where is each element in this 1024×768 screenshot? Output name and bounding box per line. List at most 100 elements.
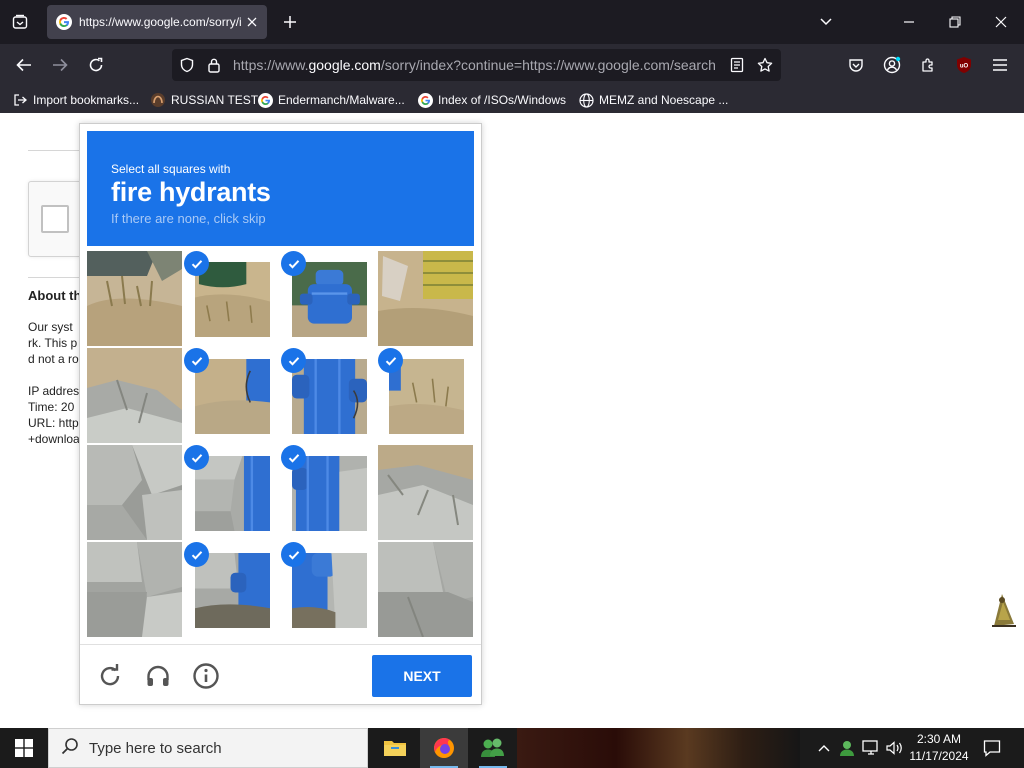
browser-tab[interactable]: https://www.google.com/sorry/index?conti… bbox=[47, 5, 267, 39]
url-line: URL: http bbox=[28, 416, 79, 430]
bookmark-star-icon[interactable] bbox=[755, 55, 775, 75]
back-arrow-icon[interactable] bbox=[10, 51, 38, 79]
navigation-toolbar: https://www.google.com/sorry/index?conti… bbox=[0, 44, 1024, 86]
captcha-challenge-dialog: Select all squares with fire hydrants If… bbox=[79, 123, 482, 705]
captcha-tile[interactable] bbox=[281, 348, 376, 443]
about-heading: About th bbox=[28, 288, 82, 303]
url-continuation-line: +downloa bbox=[28, 432, 80, 446]
next-button[interactable]: NEXT bbox=[372, 655, 472, 697]
tile-image bbox=[195, 456, 270, 531]
firefox-icon[interactable] bbox=[420, 728, 468, 768]
users-app-icon[interactable] bbox=[469, 728, 517, 768]
bookmark-endermanch[interactable]: Endermanch/Malware... bbox=[257, 90, 405, 110]
close-tab-icon[interactable] bbox=[242, 12, 262, 32]
search-icon bbox=[61, 737, 79, 760]
reload-icon[interactable] bbox=[96, 662, 124, 690]
tile-image bbox=[87, 348, 182, 443]
ip-address-line: IP addres bbox=[28, 384, 80, 398]
captcha-tile[interactable] bbox=[378, 348, 473, 443]
url-text[interactable]: https://www.google.com/sorry/index?conti… bbox=[233, 57, 717, 73]
chevron-down-icon[interactable] bbox=[812, 8, 840, 36]
restore-icon[interactable] bbox=[941, 8, 969, 36]
account-icon[interactable] bbox=[878, 51, 906, 79]
network-icon[interactable] bbox=[861, 738, 881, 758]
captcha-tile[interactable] bbox=[87, 445, 182, 540]
taskbar-clock[interactable]: 2:30 AM 11/17/2024 bbox=[905, 731, 973, 765]
captcha-image-grid bbox=[87, 251, 474, 638]
reload-page-icon[interactable] bbox=[82, 51, 110, 79]
tile-image bbox=[195, 262, 270, 337]
bookmark-label: Index of /ISOs/Windows bbox=[438, 93, 567, 107]
checkmark-icon bbox=[281, 348, 306, 373]
recaptcha-checkbox[interactable] bbox=[41, 205, 69, 233]
captcha-hint: If there are none, click skip bbox=[111, 211, 266, 226]
hamburger-menu-icon[interactable] bbox=[986, 51, 1014, 79]
bookmark-label: RUSSIAN TEST bbox=[171, 93, 259, 107]
captcha-tile[interactable] bbox=[281, 445, 376, 540]
clock-date: 11/17/2024 bbox=[909, 749, 969, 763]
body-line: rk. This p bbox=[28, 336, 78, 350]
checkmark-icon bbox=[281, 445, 306, 470]
user-tray-icon[interactable] bbox=[837, 738, 857, 758]
body-line: d not a ro bbox=[28, 352, 79, 366]
new-tab-icon[interactable] bbox=[278, 10, 302, 34]
tab-list-icon[interactable] bbox=[6, 8, 34, 36]
tile-image bbox=[292, 456, 367, 531]
volume-icon[interactable] bbox=[884, 738, 904, 758]
headphones-icon[interactable] bbox=[144, 662, 172, 690]
bookmark-memz[interactable]: MEMZ and Noescape ... bbox=[578, 90, 728, 110]
ublock-origin-icon[interactable]: uO bbox=[950, 51, 978, 79]
captcha-tile[interactable] bbox=[87, 251, 182, 346]
tile-image bbox=[292, 359, 367, 434]
notification-icon[interactable] bbox=[980, 736, 1004, 760]
captcha-tile[interactable] bbox=[87, 542, 182, 637]
bookmark-russian-test[interactable]: RUSSIAN TEST bbox=[150, 90, 258, 110]
bookmark-label: Endermanch/Malware... bbox=[278, 93, 405, 107]
reader-view-icon[interactable] bbox=[727, 55, 747, 75]
bookmark-isos[interactable]: Index of /ISOs/Windows bbox=[417, 90, 566, 110]
captcha-header: Select all squares with fire hydrants If… bbox=[87, 131, 474, 246]
captcha-tile[interactable] bbox=[378, 542, 473, 637]
captcha-tile[interactable] bbox=[87, 348, 182, 443]
info-icon[interactable] bbox=[192, 662, 220, 690]
captcha-instruction: Select all squares with bbox=[111, 162, 231, 176]
minimize-icon[interactable] bbox=[895, 8, 923, 36]
tile-image bbox=[195, 553, 270, 628]
close-window-icon[interactable] bbox=[987, 8, 1015, 36]
captcha-tile[interactable] bbox=[281, 251, 376, 346]
tab-title: https://www.google.com/sorry/index?conti… bbox=[79, 15, 242, 29]
tracking-shield-icon[interactable] bbox=[177, 55, 197, 75]
bookmark-label: MEMZ and Noescape ... bbox=[599, 93, 729, 107]
captcha-tile[interactable] bbox=[281, 542, 376, 637]
taskbar-search-box[interactable]: Type here to search bbox=[48, 728, 368, 768]
checkmark-icon bbox=[184, 251, 209, 276]
captcha-tile[interactable] bbox=[184, 445, 279, 540]
windows-start-icon[interactable] bbox=[0, 728, 48, 768]
captcha-tile[interactable] bbox=[184, 542, 279, 637]
bookmark-label: Import bookmarks... bbox=[33, 93, 140, 107]
desktop-pet-icon[interactable] bbox=[988, 590, 1018, 628]
bookmarks-toolbar: Import bookmarks... RUSSIAN TEST Enderma… bbox=[0, 86, 1024, 113]
extensions-puzzle-icon[interactable] bbox=[914, 51, 942, 79]
captcha-target: fire hydrants bbox=[111, 177, 271, 207]
tile-image bbox=[87, 251, 182, 346]
captcha-tile[interactable] bbox=[378, 251, 473, 346]
file-explorer-icon[interactable] bbox=[371, 728, 419, 768]
captcha-tile[interactable] bbox=[184, 348, 279, 443]
checkmark-icon bbox=[281, 251, 306, 276]
tile-image bbox=[389, 359, 464, 434]
captcha-tile[interactable] bbox=[378, 445, 473, 540]
bookmark-import[interactable]: Import bookmarks... bbox=[12, 90, 139, 110]
body-line: Our syst bbox=[28, 320, 73, 334]
chevron-up-icon[interactable] bbox=[814, 738, 834, 758]
tile-image bbox=[378, 542, 473, 637]
tile-image bbox=[87, 542, 182, 637]
captcha-tile[interactable] bbox=[184, 251, 279, 346]
lock-icon[interactable] bbox=[204, 55, 224, 75]
divider bbox=[80, 644, 481, 645]
pocket-icon[interactable] bbox=[842, 51, 870, 79]
tab-bar: https://www.google.com/sorry/index?conti… bbox=[0, 0, 1024, 44]
forward-arrow-icon[interactable] bbox=[46, 51, 74, 79]
address-bar[interactable]: https://www.google.com/sorry/index?conti… bbox=[172, 49, 781, 81]
google-g-icon bbox=[257, 92, 273, 108]
